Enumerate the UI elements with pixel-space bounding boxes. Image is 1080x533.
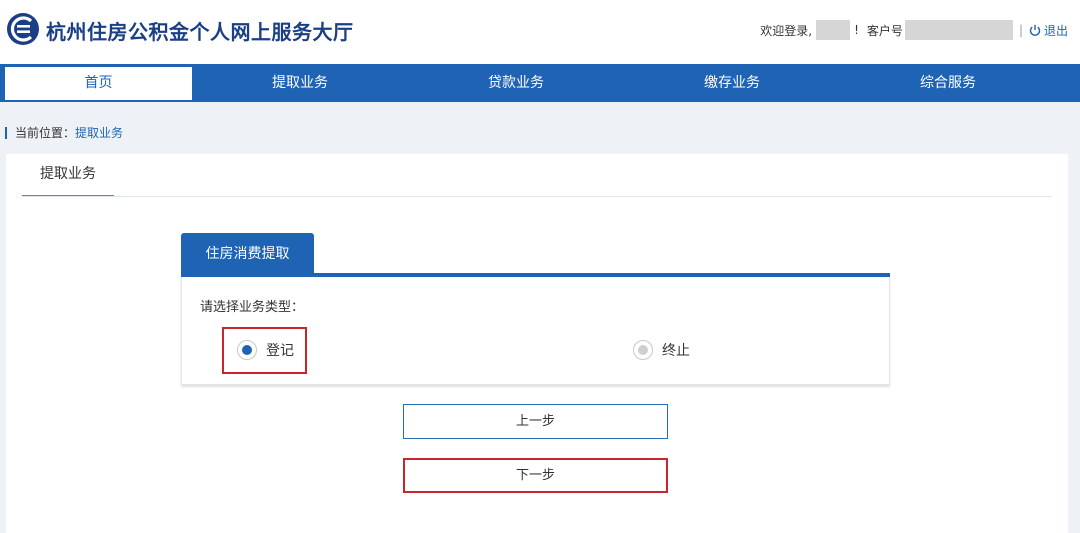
nav-item-home[interactable]: 首页	[5, 67, 192, 100]
radio-button-unchecked[interactable]	[633, 340, 653, 360]
tab-housing-consumption-withdrawal[interactable]: 住房消费提取	[181, 233, 314, 275]
tab-divider	[22, 196, 1052, 197]
masked-customer-number	[904, 20, 1013, 40]
site-title: 杭州住房公积金个人网上服务大厅	[46, 20, 354, 44]
logout-label: 退出	[1043, 23, 1068, 38]
power-icon	[1029, 24, 1041, 36]
user-bar: 欢迎登录, ! 客户号 | 退出	[760, 20, 1068, 40]
customer-number-label: 客户号	[866, 23, 903, 38]
radio-label-terminate: 终止	[662, 343, 690, 359]
separator: |	[1018, 23, 1023, 37]
logout-link[interactable]: 退出	[1029, 22, 1068, 39]
tab-withdrawal[interactable]: 提取业务	[22, 154, 114, 197]
breadcrumb: 当前位置： 提取业务	[5, 124, 123, 141]
housing-fund-logo-icon	[7, 13, 39, 45]
breadcrumb-marker	[5, 126, 7, 139]
nav-item-loan[interactable]: 贷款业务	[408, 64, 624, 102]
welcome-exclaim: !	[854, 23, 859, 37]
highlight-box-register	[222, 327, 307, 374]
nav-item-withdrawal[interactable]: 提取业务	[192, 64, 408, 102]
header: 杭州住房公积金个人网上服务大厅 欢迎登录, ! 客户号 | 退出	[0, 0, 1080, 64]
next-step-button[interactable]: 下一步	[403, 458, 668, 493]
main-nav: 首页 提取业务 贷款业务 缴存业务 综合服务	[0, 64, 1080, 102]
breadcrumb-prefix: 当前位置：	[15, 126, 76, 140]
breadcrumb-current[interactable]: 提取业务	[75, 124, 123, 141]
content-panel: 提取业务 住房消费提取 请选择业务类型： 登记 终止 上一步 下一步	[6, 154, 1068, 533]
welcome-label: 欢迎登录,	[760, 23, 813, 38]
radio-option-terminate[interactable]: 终止	[633, 340, 690, 360]
business-type-label: 请选择业务类型：	[200, 300, 305, 315]
masked-username	[816, 20, 851, 40]
nav-item-deposit[interactable]: 缴存业务	[624, 64, 840, 102]
previous-step-button[interactable]: 上一步	[403, 404, 668, 439]
nav-item-general-services[interactable]: 综合服务	[840, 64, 1056, 102]
